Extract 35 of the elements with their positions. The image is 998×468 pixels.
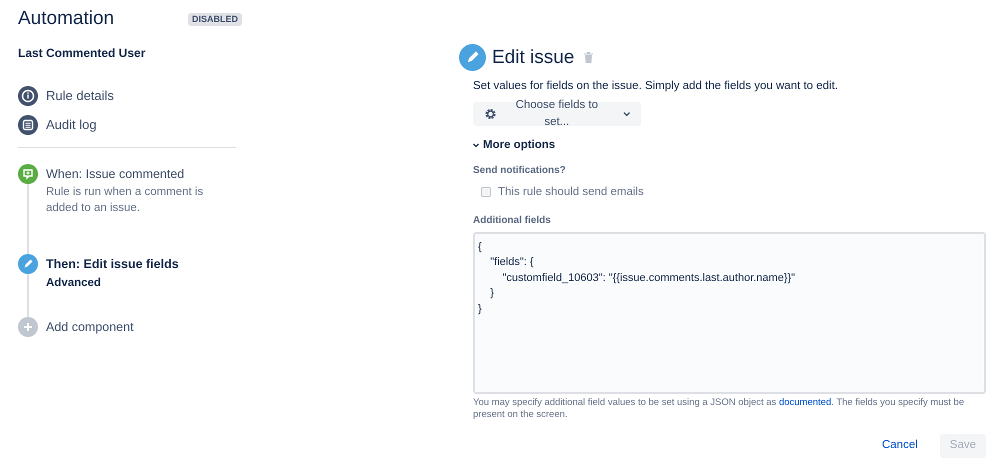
step-title: Add component [46, 319, 134, 336]
more-options-toggle[interactable]: More options [473, 137, 986, 154]
document-icon [18, 115, 38, 135]
pencil-icon [18, 254, 38, 274]
step-subtitle: Advanced [46, 276, 102, 291]
gear-icon [484, 107, 498, 122]
field-label: Additional fields [473, 214, 552, 228]
nav-link[interactable]: Audit log [18, 115, 236, 135]
rule-name: Last Commented User [18, 45, 146, 62]
panel-title: Edit issue [492, 46, 574, 70]
pencil-icon [459, 44, 486, 71]
info-icon [18, 86, 38, 106]
cancel-button[interactable]: Cancel [872, 434, 928, 458]
documented-link[interactable]: documented [778, 396, 832, 408]
step-subtitle: Rule is run when a comment is added to an issue. [46, 185, 204, 216]
nav-link[interactable]: Rule details [18, 86, 236, 106]
choose-fields-dropdown[interactable]: Choose fields to set... [473, 102, 641, 126]
help-text: You may specify additional field values to be set using a JSON object as documented. The fields you specify must be present on the screen. [473, 396, 966, 421]
add-component-button[interactable]: Add component [18, 317, 236, 337]
chevron-icon [473, 143, 479, 148]
chevron-down-icon [622, 111, 630, 118]
page-title: Automation [18, 7, 114, 31]
panel-description: Set values for fields on the issue. Simply add the fields you want to edit. [473, 79, 840, 94]
comment-icon [18, 164, 38, 184]
rule-step[interactable]: When: Issue commented Rule is run when a comment is added to an issue. [18, 164, 236, 254]
step-title: Then: Edit issue fields [46, 256, 179, 273]
checkbox[interactable] [481, 187, 491, 198]
status-badge: DISABLED [188, 12, 242, 26]
trash-icon[interactable] [584, 52, 594, 63]
plus-icon[interactable] [18, 317, 38, 337]
checkbox-label: This rule should send emails [498, 184, 644, 200]
json-text-area[interactable]: { "fields": { "customfield_10603": "{{issue.comments.last.author.name}}" } } [473, 232, 986, 394]
field-label: Send notifications? [473, 164, 567, 178]
step-title: When: Issue commented [46, 166, 186, 183]
rule-step[interactable]: Then: Edit issue fields Advanced [18, 254, 236, 317]
